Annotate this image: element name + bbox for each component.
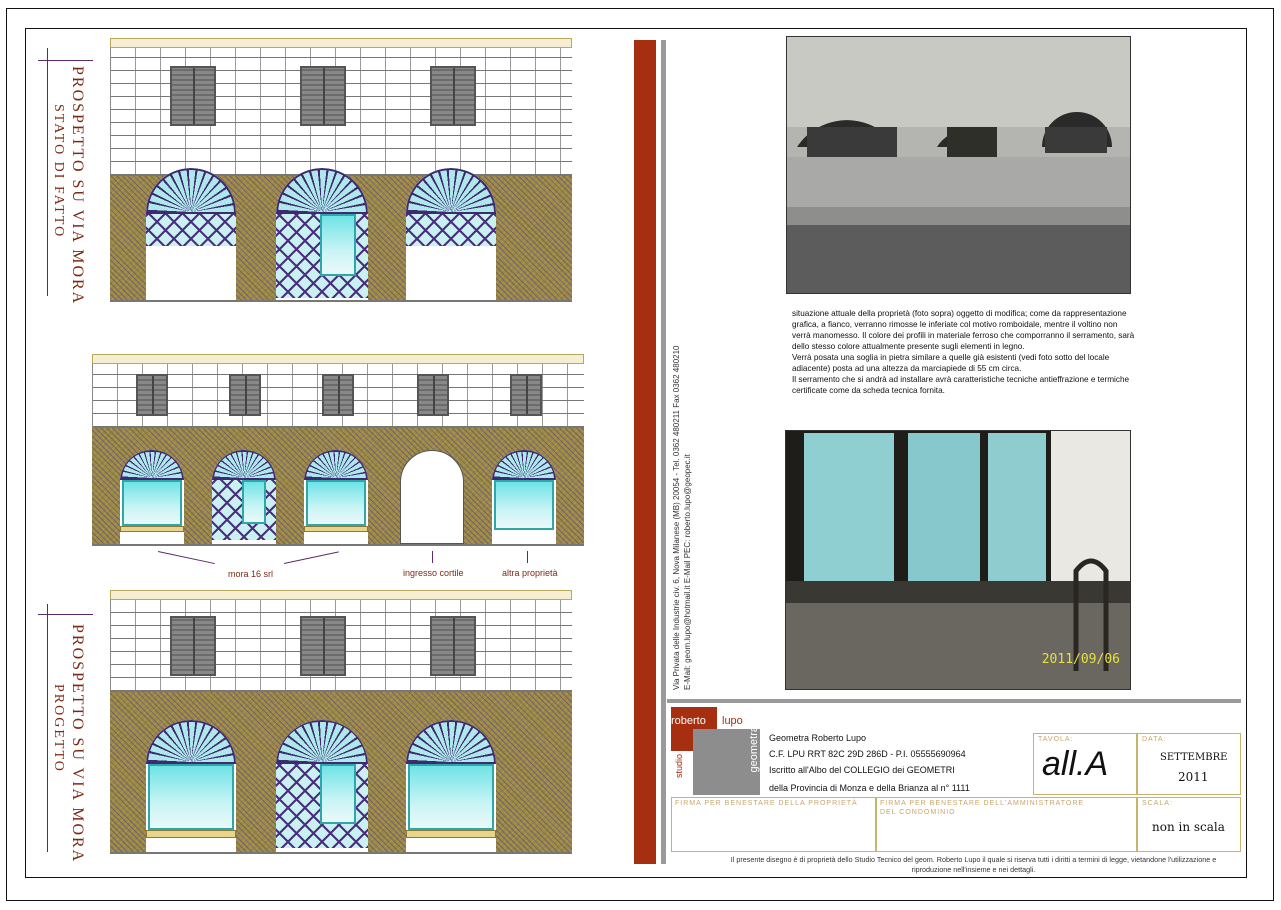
owner-line-4: della Provincia di Monza e della Brianza…	[769, 783, 970, 793]
firma-amministratore-caption-2: DEL CONDOMINIO	[880, 809, 956, 816]
label-mora: mora 16 srl	[228, 569, 274, 579]
door-glass	[320, 764, 356, 824]
stone-sill	[120, 526, 184, 532]
logo-profession: geometra	[748, 726, 760, 773]
scala-caption: SCALA:	[1142, 800, 1173, 807]
owner-line-3: Iscritto all'Albo del COLLEGIO dei GEOME…	[769, 765, 955, 775]
window-shutter	[510, 374, 542, 416]
tavola-value: all.A	[1042, 745, 1109, 783]
arch-window-new	[146, 720, 236, 852]
arch-courtyard-entrance	[400, 450, 464, 544]
elevation-existing	[110, 38, 572, 302]
description-p2: Verrà posata una soglia in pietra simila…	[792, 353, 1110, 373]
arch-window	[120, 450, 184, 544]
elevation-bottom-title: PROSPETTO SU VIA MORA PROGETTO	[51, 620, 112, 864]
rhomboid-grille	[146, 214, 236, 246]
window-shutter	[430, 66, 476, 126]
window-shutter	[417, 374, 449, 416]
photo-adjacent-shop: 2011/09/06	[785, 430, 1131, 690]
data-month: SETTEMBRE	[1160, 752, 1228, 763]
address-line-2: E-Mail: geom.lupo@hotmail.it E-Mail PEC:…	[683, 454, 692, 690]
data-year: 2011	[1178, 770, 1209, 784]
elevation-project	[110, 590, 572, 854]
label-altra-proprieta: altra proprietà	[502, 568, 558, 578]
rhomboid-grille	[406, 214, 496, 246]
address-line-1: Via Privata delle Industrie civ. 6, Nova…	[672, 345, 681, 690]
shopfront-glass	[122, 480, 182, 526]
window-shutter	[229, 374, 261, 416]
description-text: situazione attuale della proprietà (foto…	[792, 308, 1137, 396]
brand-grey-bar	[661, 40, 666, 864]
logo-name-last: lupo	[722, 715, 743, 727]
owner-line-1: Geometra Roberto Lupo	[769, 733, 867, 743]
title-block-rule	[667, 699, 1241, 703]
arch-opening	[406, 168, 496, 300]
ground-line	[92, 544, 584, 546]
elevation-top-title: PROSPETTO SU VIA MORA STATO DI FATTO	[51, 62, 112, 306]
window-shutter	[170, 616, 216, 676]
arch-door	[276, 168, 368, 300]
shopfront-glass	[494, 480, 554, 530]
elevation-top-title-line1: PROSPETTO SU VIA MORA	[69, 66, 86, 306]
ground-line	[110, 300, 572, 302]
stone-sill	[146, 830, 236, 838]
window-shutter	[322, 374, 354, 416]
title-rule-vertical	[47, 48, 48, 296]
stone-sill	[406, 830, 496, 838]
owner-line-2: C.F. LPU RRT 82C 29D 286D - P.I. 0555569…	[769, 749, 966, 759]
door-glass	[320, 214, 356, 276]
photo-existing-facade	[786, 36, 1131, 294]
photo-existing-facade-drawing	[787, 37, 1130, 293]
cornice	[110, 590, 572, 600]
cornice	[92, 354, 584, 364]
arch-window	[492, 450, 556, 544]
description-p1: situazione attuale della proprietà (foto…	[792, 309, 1135, 351]
footer-line-2: riproduzione nell'insieme e nei dettagli…	[911, 865, 1036, 874]
shopfront-glass	[306, 480, 366, 526]
tavola-caption: TAVOLA:	[1038, 736, 1074, 743]
arch-door	[212, 450, 276, 544]
description-p3: Il serramento che si andrà ad installare…	[792, 375, 1130, 395]
footer-line-1: Il presente disegno è di proprietà dello…	[730, 855, 1217, 864]
window-shutter	[300, 66, 346, 126]
brand-red-bar	[634, 40, 656, 864]
elevation-top-title-line2: STATO DI FATTO	[51, 104, 66, 239]
copyright-footer: Il presente disegno è di proprietà dello…	[701, 855, 1246, 875]
scala-value: non in scala	[1152, 820, 1225, 834]
firma-proprieta-caption: FIRMA PER BENESTARE DELLA PROPRIETÀ	[675, 800, 858, 807]
address-block: Via Privata delle Industrie civ. 6, Nova…	[671, 50, 693, 690]
arch-window-new	[406, 720, 496, 852]
door-glass	[242, 480, 266, 524]
label-ingresso-cortile: ingresso cortile	[403, 568, 464, 578]
logo-name-first: roberto	[671, 715, 706, 727]
window-shutter	[170, 66, 216, 126]
title-rule-vertical	[47, 604, 48, 852]
arch-opening	[146, 168, 236, 300]
window-shutter	[300, 616, 346, 676]
new-glazing	[148, 764, 234, 830]
new-glazing	[408, 764, 494, 830]
data-caption: DATA:	[1142, 736, 1167, 743]
window-shutter	[136, 374, 168, 416]
leader-tick	[527, 551, 528, 563]
stone-sill	[304, 526, 368, 532]
elevation-full	[92, 354, 584, 546]
elevation-bottom-title-line2: PROGETTO	[51, 684, 66, 773]
ground-line	[110, 852, 572, 854]
firma-amministratore-caption-1: FIRMA PER BENESTARE DELL'AMMINISTRATORE	[880, 800, 1085, 807]
window-shutter	[430, 616, 476, 676]
cornice	[110, 38, 572, 48]
arch-door	[276, 720, 368, 852]
leader-tick	[432, 551, 433, 563]
elevation-bottom-title-line1: PROSPETTO SU VIA MORA	[69, 624, 86, 864]
logo-studio: studio	[674, 754, 684, 779]
arch-window	[304, 450, 368, 544]
photo-date-stamp: 2011/09/06	[1041, 652, 1120, 667]
